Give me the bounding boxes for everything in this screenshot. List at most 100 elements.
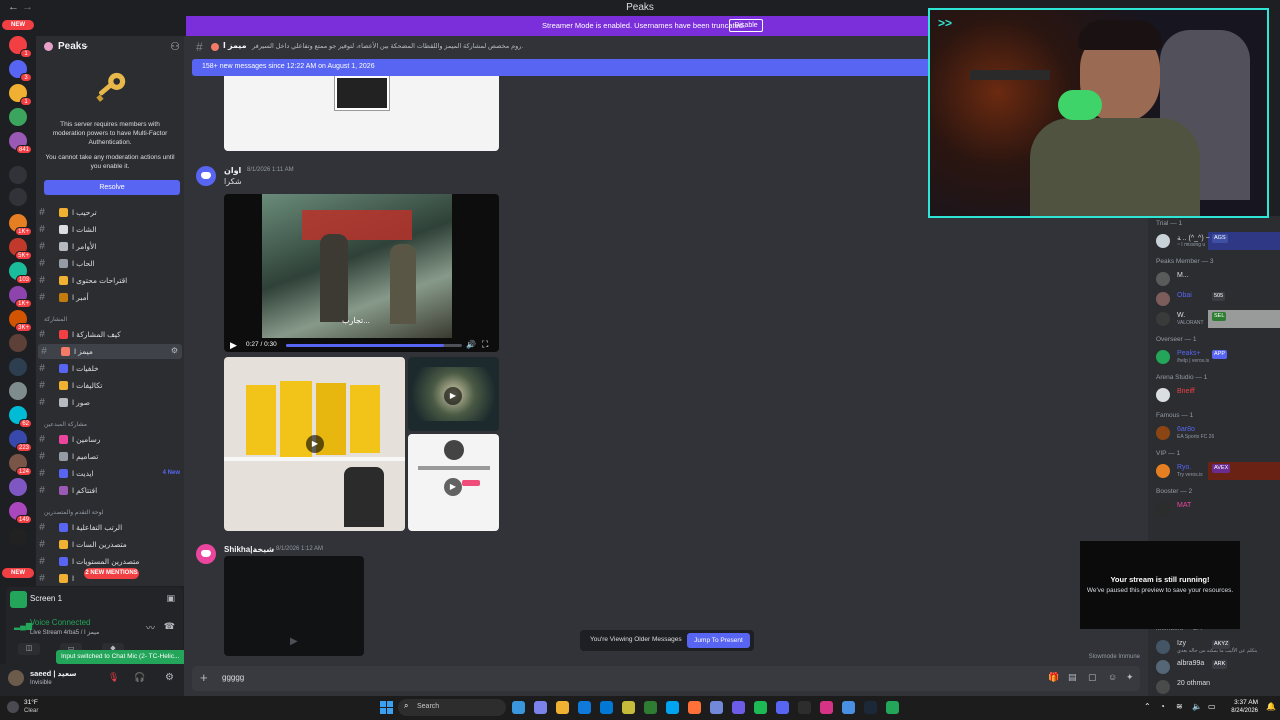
member-row[interactable]: albra99a ARK: [1148, 658, 1280, 676]
member-row[interactable]: Ryo. Try veros.is AVEX: [1148, 462, 1280, 480]
taskbar-app-icon[interactable]: [820, 701, 833, 714]
new-mentions-pill[interactable]: 2 NEW MENTIONS: [84, 568, 139, 579]
camera-icon[interactable]: ◫: [18, 643, 40, 655]
channel-item[interactable]: # متصدرين السات ا: [36, 537, 184, 552]
server-icon[interactable]: 149: [9, 502, 32, 524]
channel-item[interactable]: # الأوامر ا: [36, 239, 184, 254]
noise-suppression-icon[interactable]: 〰: [146, 621, 155, 634]
avatar[interactable]: [1156, 680, 1170, 694]
gif-icon[interactable]: ▤: [1068, 672, 1077, 683]
avatar[interactable]: [8, 670, 24, 686]
taskbar-app-icon[interactable]: [556, 701, 569, 714]
avatar[interactable]: [1156, 640, 1170, 654]
channel-item[interactable]: # افتتاكم ا: [36, 483, 184, 498]
channel-item[interactable]: # تصاميم ا: [36, 449, 184, 464]
channel-item[interactable]: # ايديت ا 4 New: [36, 466, 184, 481]
new-unread-pill[interactable]: NEW: [2, 20, 34, 30]
server-icon[interactable]: 1: [9, 84, 32, 106]
server-icon[interactable]: 223: [9, 430, 32, 452]
message-author[interactable]: Shikha|شيخة: [224, 545, 274, 554]
weather-icon[interactable]: [7, 701, 19, 713]
taskbar-app-icon[interactable]: [842, 701, 855, 714]
emoji-icon[interactable]: ☺: [1108, 672, 1117, 682]
taskbar-app-icon[interactable]: [534, 701, 547, 714]
screen-share-popout-icon[interactable]: ▣: [166, 593, 175, 604]
channel-item[interactable]: # كيف المشاركة ا: [36, 327, 184, 342]
taskbar-app-icon[interactable]: [666, 701, 679, 714]
server-icon[interactable]: 1: [9, 36, 32, 58]
gift-icon[interactable]: 🎁: [1048, 672, 1059, 683]
taskbar-app-icon[interactable]: [622, 701, 635, 714]
taskbar-app-icon[interactable]: [644, 701, 657, 714]
member-row[interactable]: Izy يتكلم عن الأليب ما يمكنه من حاله بعدي…: [1148, 638, 1280, 656]
channel-item[interactable]: # أمبر ا: [36, 290, 184, 305]
network-icon[interactable]: ◔: [1160, 702, 1165, 711]
weather-temp[interactable]: 31°F: [24, 699, 38, 706]
taskbar-app-icon[interactable]: [688, 701, 701, 714]
avatar[interactable]: [1156, 312, 1170, 326]
disable-streamer-mode-button[interactable]: Disable: [729, 19, 763, 32]
invite-people-icon[interactable]: ⚇: [170, 40, 180, 53]
server-icon[interactable]: 103: [9, 262, 32, 284]
avatar[interactable]: [196, 544, 216, 564]
volume-icon[interactable]: 🔊: [466, 340, 476, 349]
message-composer[interactable]: + ggggg 🎁 ▤ ▢ ☺ ✦: [192, 666, 1140, 691]
server-icon[interactable]: [9, 166, 27, 184]
add-attachment-icon[interactable]: +: [200, 670, 208, 685]
avatar[interactable]: [1156, 272, 1170, 286]
channel-settings-icon[interactable]: ⚙: [171, 346, 178, 355]
server-icon[interactable]: 1K+: [9, 286, 32, 308]
video-attachment[interactable]: ▶: [224, 556, 364, 656]
server-icon[interactable]: 3K+: [9, 310, 32, 332]
server-icon[interactable]: [9, 334, 27, 352]
member-row[interactable]: 6ar8o EA Sports FC 26: [1148, 424, 1280, 442]
channel-item[interactable]: # صور ا: [36, 395, 184, 410]
avatar[interactable]: [1156, 464, 1170, 478]
video-attachment[interactable]: ▶: [408, 357, 499, 431]
server-icon[interactable]: 1K+: [9, 214, 32, 236]
taskbar-app-icon[interactable]: [600, 701, 613, 714]
channel-item[interactable]: # متصدرين المستويات ا: [36, 554, 184, 569]
channel-item[interactable]: # الرتب التفاعلية ا: [36, 520, 184, 535]
voice-connected-status[interactable]: Voice Connected: [30, 618, 91, 627]
server-icon[interactable]: 3: [9, 60, 32, 82]
video-attachment[interactable]: ▶: [224, 357, 405, 531]
taskbar-app-icon[interactable]: [754, 701, 767, 714]
wifi-icon[interactable]: ≋: [1176, 702, 1183, 711]
image-attachment[interactable]: [224, 76, 499, 151]
member-row[interactable]: MAT: [1148, 500, 1280, 518]
volume-icon[interactable]: 🔈: [1192, 702, 1202, 711]
channel-category[interactable]: المشاركة: [44, 316, 184, 326]
windows-start-icon[interactable]: [380, 701, 393, 714]
avatar[interactable]: [1156, 426, 1170, 440]
taskbar-app-icon[interactable]: [512, 701, 525, 714]
play-icon[interactable]: ▶: [444, 387, 462, 405]
mute-mic-icon[interactable]: 🎙: [108, 672, 119, 683]
channel-item[interactable]: # ميمز ا ⚙: [38, 344, 182, 359]
avatar[interactable]: [1156, 502, 1170, 516]
new-unread-pill-bottom[interactable]: NEW: [2, 568, 34, 578]
channel-item[interactable]: # ترحيب ا: [36, 205, 184, 220]
disconnect-icon[interactable]: ☎: [164, 621, 175, 632]
avatar[interactable]: [1156, 660, 1170, 674]
server-icon[interactable]: 124: [9, 454, 32, 476]
notification-bell-icon[interactable]: 🔔: [1266, 702, 1276, 711]
jump-to-present-button[interactable]: Jump To Present: [687, 633, 750, 648]
channel-category[interactable]: مشاركة المبدعين: [44, 421, 184, 431]
resolve-button[interactable]: Resolve: [44, 180, 180, 195]
avatar[interactable]: [1156, 350, 1170, 364]
channel-item[interactable]: # الشات ا: [36, 222, 184, 237]
channel-topic[interactable]: روم مخصص لمشاركة الميمز واللقطات المضحكة…: [252, 42, 523, 50]
video-progress-bar[interactable]: [286, 344, 462, 347]
sticker-icon[interactable]: ▢: [1088, 672, 1097, 683]
avatar[interactable]: [1156, 292, 1170, 306]
member-row[interactable]: ﺔ .. (^_^) ~ ~ I missing u AGS: [1148, 232, 1280, 250]
message-input[interactable]: ggggg: [222, 673, 244, 682]
server-icon[interactable]: [9, 382, 27, 400]
member-row[interactable]: Obai 505: [1148, 290, 1280, 308]
video-attachment[interactable]: ▶: [408, 434, 499, 531]
guild-header[interactable]: Peaks ⌄ ⚇: [36, 36, 184, 58]
server-icon[interactable]: 62: [9, 406, 32, 428]
taskbar-app-icon[interactable]: [798, 701, 811, 714]
taskbar-time[interactable]: 3:37 AM: [1234, 699, 1258, 706]
